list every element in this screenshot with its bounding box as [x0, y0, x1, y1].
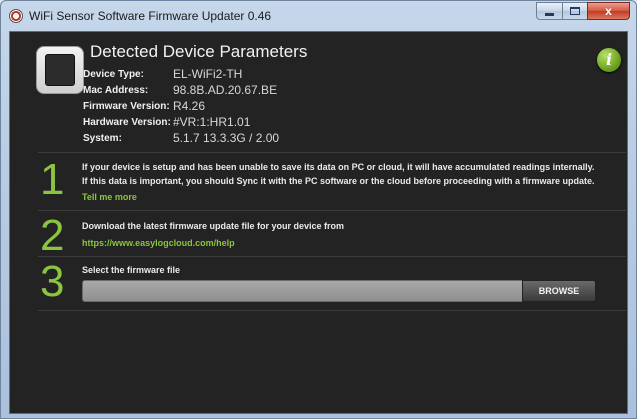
- step-number: 2: [40, 211, 65, 260]
- device-parameters: Device Type: EL-WiFi2-TH Mac Address: 98…: [83, 66, 279, 146]
- minimize-icon: [545, 12, 554, 16]
- divider: [38, 152, 626, 153]
- param-value: #VR:1:HR1.01: [173, 115, 251, 129]
- param-value: 5.1.7 13.3.3G / 2.00: [173, 131, 280, 145]
- maximize-icon: [570, 7, 580, 15]
- firmware-file-field[interactable]: [82, 280, 522, 302]
- info-icon[interactable]: i: [597, 48, 621, 72]
- divider: [38, 210, 626, 211]
- step-1-text-line-2: If this data is important, you should Sy…: [82, 176, 595, 186]
- browse-button[interactable]: BROWSE: [522, 280, 596, 302]
- maximize-button[interactable]: [562, 2, 587, 20]
- param-row-firmware-version: Firmware Version: R4.26: [83, 98, 279, 114]
- param-label: Device Type:: [83, 68, 144, 80]
- device-icon: [36, 46, 84, 94]
- close-icon: x: [605, 4, 612, 18]
- section-title: Detected Device Parameters: [90, 42, 308, 61]
- param-label: Mac Address:: [83, 84, 149, 96]
- param-label: Hardware Version:: [83, 116, 171, 128]
- divider: [38, 310, 626, 311]
- step-2-text: Download the latest firmware update file…: [82, 221, 345, 231]
- param-label: Firmware Version:: [83, 100, 170, 112]
- close-button[interactable]: x: [587, 2, 630, 20]
- divider: [38, 256, 626, 257]
- help-link[interactable]: https://www.easylogcloud.com/help: [82, 238, 235, 248]
- param-value: 98.8B.AD.20.67.BE: [173, 83, 278, 97]
- minimize-button[interactable]: [536, 2, 562, 20]
- step-3-text: Select the firmware file: [82, 265, 181, 275]
- app-icon: [9, 9, 23, 23]
- main-panel: Detected Device Parameters i Device Type…: [9, 31, 628, 414]
- param-row-system: System: 5.1.7 13.3.3G / 2.00: [83, 130, 279, 146]
- title-bar[interactable]: WiFi Sensor Software Firmware Updater 0.…: [1, 1, 636, 29]
- param-value: R4.26: [173, 99, 206, 113]
- device-screen-icon: [45, 54, 75, 86]
- step-number: 3: [40, 257, 65, 306]
- window-controls: x: [536, 2, 630, 20]
- param-label: System:: [83, 132, 122, 144]
- param-value: EL-WiFi2-TH: [173, 67, 243, 81]
- step-1-text-line-1: If your device is setup and has been una…: [82, 162, 595, 172]
- param-row-device-type: Device Type: EL-WiFi2-TH: [83, 66, 279, 82]
- param-row-hardware-version: Hardware Version: #VR:1:HR1.01: [83, 114, 279, 130]
- window-title: WiFi Sensor Software Firmware Updater 0.…: [29, 9, 272, 23]
- step-number: 1: [40, 155, 65, 204]
- param-row-mac-address: Mac Address: 98.8B.AD.20.67.BE: [83, 82, 279, 98]
- tell-me-more-link[interactable]: Tell me more: [82, 192, 137, 202]
- app-window: WiFi Sensor Software Firmware Updater 0.…: [0, 0, 637, 419]
